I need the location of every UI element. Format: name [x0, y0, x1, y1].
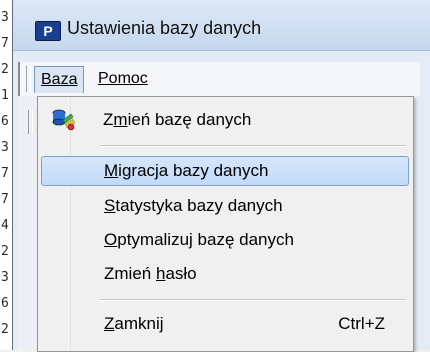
bg-char: 2 — [1, 322, 9, 337]
bg-char: 7 — [1, 166, 9, 181]
menu-baza[interactable]: Baza — [34, 66, 85, 93]
app-logo-icon[interactable]: P — [35, 21, 61, 41]
menu-item-close[interactable]: Zamknij Ctrl+Z — [41, 309, 409, 339]
bg-char: 2 — [1, 244, 9, 259]
menu-item-label: Optymalizuj bazę danych — [104, 230, 294, 249]
menubar-grip — [26, 66, 31, 92]
menu-item-migrate-database[interactable]: Migracja bazy danych — [41, 156, 409, 186]
menu-bar: Baza Pomoc — [18, 62, 420, 96]
bg-char: 7 — [1, 36, 9, 51]
menu-item-shortcut: Ctrl+Z — [338, 314, 385, 333]
menu-item-optimize-database[interactable]: Optymalizuj bazę danych — [41, 225, 409, 255]
bg-char: 6 — [1, 114, 9, 129]
menu-pomoc[interactable]: Pomoc — [92, 66, 154, 92]
database-connect-icon — [52, 109, 76, 131]
bg-char: 4 — [1, 218, 9, 233]
title-bar[interactable]: P Ustawienia bazy danych — [13, 0, 430, 51]
window-title: Ustawienia bazy danych — [67, 18, 262, 38]
menu-pomoc-label: Pomoc — [98, 70, 148, 87]
menu-item-label: Migracja bazy danych — [104, 161, 269, 180]
menu-item-label: Zamknij — [104, 314, 164, 333]
menu-item-change-database[interactable]: Zmień bazę danych — [41, 105, 409, 135]
menu-separator — [100, 145, 406, 147]
bg-char: 3 — [1, 10, 9, 25]
baza-dropdown-menu: Zmień bazę danych Migracja bazy danych S… — [37, 96, 414, 352]
bg-char: 3 — [1, 140, 9, 155]
menu-separator — [100, 299, 406, 301]
bg-char: 1 — [1, 88, 9, 103]
menu-item-label: Zmień hasło — [104, 264, 197, 283]
menu-item-change-password[interactable]: Zmień hasło — [41, 259, 409, 289]
bg-char: 3 — [1, 270, 9, 285]
bg-char: 7 — [1, 192, 9, 207]
menu-baza-label: Baza — [41, 71, 78, 88]
menu-item-label: Statystyka bazy danych — [104, 196, 283, 215]
menu-item-label: Zmień bazę danych — [103, 110, 252, 129]
menu-item-database-statistics[interactable]: Statystyka bazy danych — [41, 191, 409, 221]
bg-char: 6 — [1, 296, 9, 311]
bg-char: 2 — [1, 62, 9, 77]
toolbar-grip — [28, 110, 33, 134]
